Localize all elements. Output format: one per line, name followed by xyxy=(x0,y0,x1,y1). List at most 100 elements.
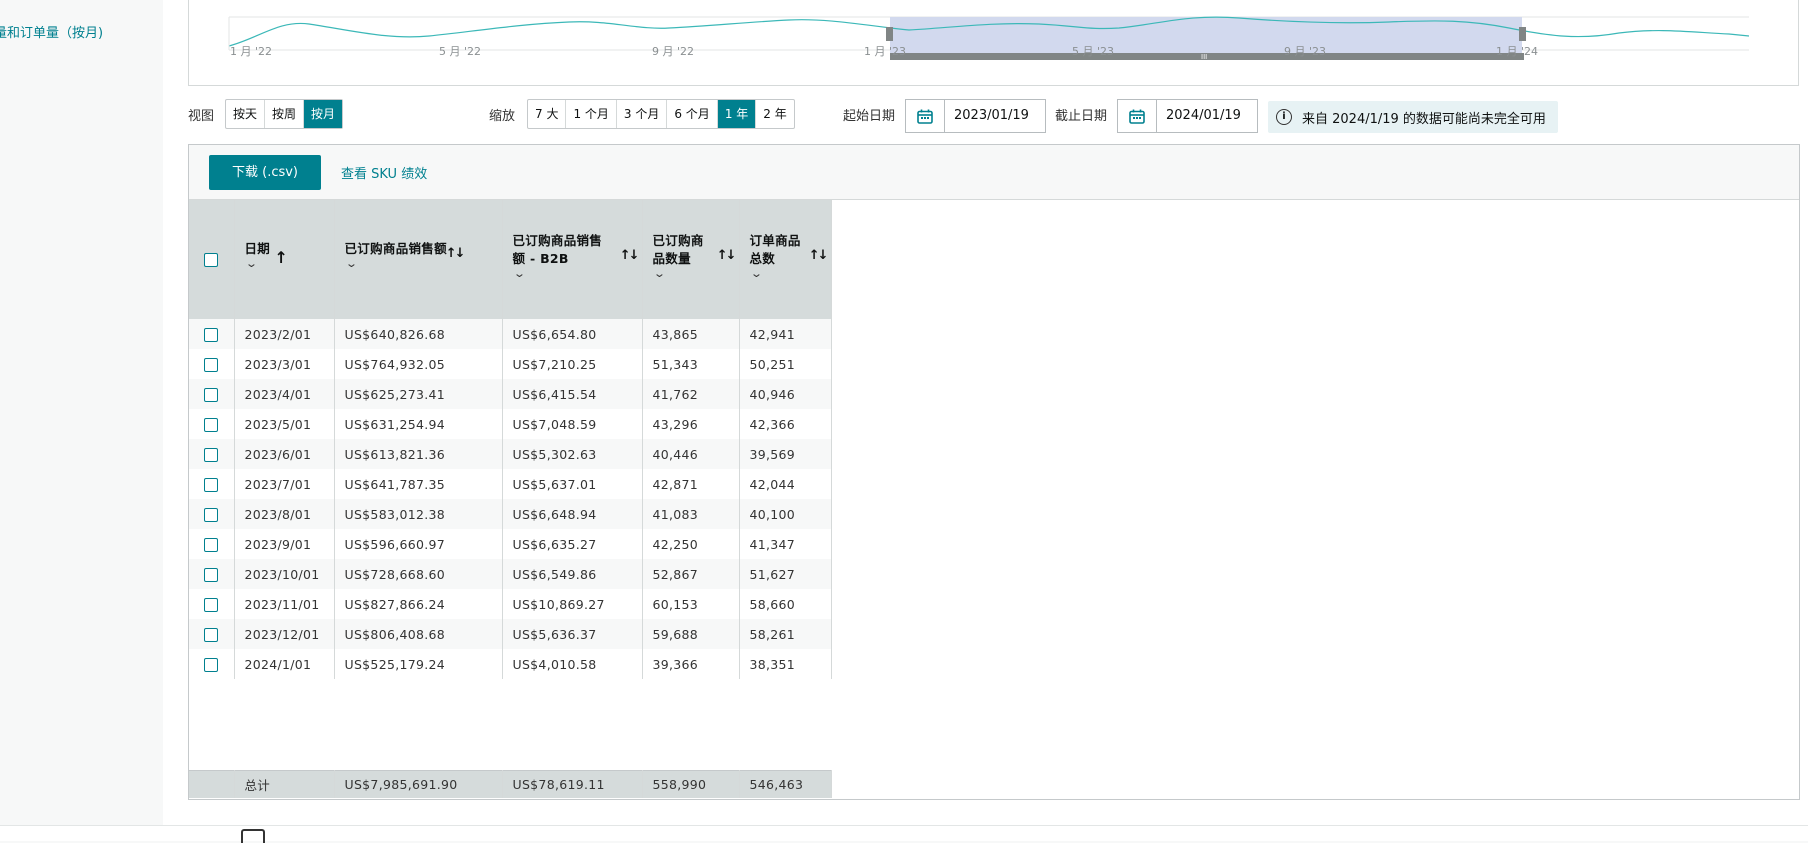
notice-text: 来自 2024/1/19 的数据可能尚未完全可用 xyxy=(1302,111,1546,127)
table-empty-space xyxy=(189,679,831,770)
view-week-button[interactable]: 按周 xyxy=(265,100,305,128)
row-select-cell xyxy=(189,589,235,619)
row-select-cell xyxy=(189,499,235,529)
row-checkbox[interactable] xyxy=(204,597,219,612)
calendar-icon[interactable] xyxy=(1118,100,1157,132)
cell-total-order-items: 58,660 xyxy=(739,589,832,619)
table-row: 2023/9/01 US$596,660.97 US$6,635.27 42,250 4… xyxy=(189,529,832,559)
cell-ordered-sales: US$806,408.68 xyxy=(334,619,503,649)
cell-date: 2023/3/01 xyxy=(234,349,335,379)
cell-date: 2023/2/01 xyxy=(234,319,335,349)
report-link[interactable]: 量和订单量（按月) xyxy=(0,22,103,41)
cell-units-ordered: 39,366 xyxy=(642,649,740,679)
view-month-button[interactable]: 按月 xyxy=(304,100,343,128)
cell-units-ordered: 43,296 xyxy=(642,409,740,439)
row-checkbox[interactable] xyxy=(204,327,219,342)
row-select-cell xyxy=(189,559,235,589)
row-checkbox[interactable] xyxy=(204,387,219,402)
end-date-field[interactable]: 2024/01/19 xyxy=(1117,99,1258,133)
zoom-3m-button[interactable]: 3 个月 xyxy=(617,100,668,128)
row-checkbox[interactable] xyxy=(204,477,219,492)
column-header-units-ordered[interactable]: 已订购商品数量 ⌄ ↑↓ xyxy=(642,200,740,319)
zoom-1m-button[interactable]: 1 个月 xyxy=(566,100,617,128)
cell-total-order-items: 42,366 xyxy=(739,409,832,439)
view-day-button[interactable]: 按天 xyxy=(226,100,266,128)
overview-chart[interactable]: III 1 月 '22 5 月 '22 9 月 '22 1 月 '23 5 月 … xyxy=(188,0,1799,86)
table-row: 2023/2/01 US$640,826.68 US$6,654.80 43,865 4… xyxy=(189,319,832,349)
download-csv-button[interactable]: 下载 (.csv) xyxy=(209,155,321,190)
cell-date: 2023/6/01 xyxy=(234,439,335,469)
table-row: 2023/11/01 US$827,866.24 US$10,869.27 60,15… xyxy=(189,589,832,619)
cell-ordered-sales: US$625,273.41 xyxy=(334,379,503,409)
cell-date: 2024/1/01 xyxy=(234,649,335,679)
view-sku-performance-link[interactable]: 查看 SKU 绩效 xyxy=(341,163,427,182)
row-select-cell xyxy=(189,619,235,649)
table-row: 2023/12/01 US$806,408.68 US$5,636.37 59,688… xyxy=(189,619,832,649)
sales-table: 日期 ⌄ ↑ 已订购商品销售额 ⌄ ↑↓ 已订购商品销售额 - B2B ⌄ ↑↓… xyxy=(189,200,832,798)
sort-icon[interactable]: ↑↓ xyxy=(446,246,466,261)
cell-ordered-sales-b2b: US$6,648.94 xyxy=(502,499,643,529)
start-date-value[interactable]: 2023/01/19 xyxy=(945,100,1029,132)
cell-total-order-items: 39,569 xyxy=(739,439,832,469)
cell-date: 2023/8/01 xyxy=(234,499,335,529)
cell-units-ordered: 43,865 xyxy=(642,319,740,349)
cell-ordered-sales-b2b: US$6,635.27 xyxy=(502,529,643,559)
start-date-field[interactable]: 2023/01/19 xyxy=(905,99,1046,133)
header-label: 订单商品总数 xyxy=(749,233,801,266)
data-availability-notice: i 来自 2024/1/19 的数据可能尚未完全可用 xyxy=(1268,101,1558,133)
cell-ordered-sales: US$827,866.24 xyxy=(334,589,503,619)
cell-ordered-sales-b2b: US$4,010.58 xyxy=(502,649,643,679)
overview-tick: 1 月 '24 xyxy=(1496,45,1539,58)
svg-text:III: III xyxy=(1201,53,1207,61)
cell-total-order-items: 40,100 xyxy=(739,499,832,529)
select-all-cell xyxy=(189,200,235,319)
column-header-total-order-items[interactable]: 订单商品总数 ⌄ ↑↓ xyxy=(739,200,832,319)
overview-tick: 9 月 '22 xyxy=(652,45,695,58)
cell-total-order-items: 50,251 xyxy=(739,349,832,379)
sort-ascending-icon[interactable]: ↑ xyxy=(275,248,289,267)
row-checkbox[interactable] xyxy=(204,567,219,582)
row-checkbox[interactable] xyxy=(204,537,219,552)
zoom-7d-button[interactable]: 7 大 xyxy=(528,100,567,128)
zoom-1y-button[interactable]: 1 年 xyxy=(717,100,757,128)
cell-ordered-sales: US$525,179.24 xyxy=(334,649,503,679)
row-checkbox[interactable] xyxy=(204,657,219,672)
row-checkbox[interactable] xyxy=(204,417,219,432)
end-date-value[interactable]: 2024/01/19 xyxy=(1157,100,1241,132)
cell-total-order-items: 42,941 xyxy=(739,319,832,349)
zoom-label: 缩放 xyxy=(489,109,516,124)
row-checkbox[interactable] xyxy=(204,627,219,642)
row-checkbox[interactable] xyxy=(204,357,219,372)
calendar-icon[interactable] xyxy=(906,100,945,132)
range-handle-right xyxy=(1519,27,1526,41)
range-handle-left xyxy=(886,27,893,41)
row-checkbox[interactable] xyxy=(204,447,219,462)
cell-ordered-sales-b2b: US$6,654.80 xyxy=(502,319,643,349)
zoom-2y-button[interactable]: 2 年 xyxy=(756,100,793,128)
sort-icon[interactable]: ↑↓ xyxy=(809,248,829,263)
table-row: 2023/3/01 US$764,932.05 US$7,210.25 51,343 5… xyxy=(189,349,832,379)
cell-date: 2023/12/01 xyxy=(234,619,335,649)
panel-icon[interactable] xyxy=(241,829,265,843)
row-checkbox[interactable] xyxy=(204,507,219,522)
column-header-date[interactable]: 日期 ⌄ ↑ xyxy=(234,200,335,319)
cell-total-order-items: 40,946 xyxy=(739,379,832,409)
column-header-ordered-sales-b2b[interactable]: 已订购商品销售额 - B2B ⌄ ↑↓ xyxy=(502,200,643,319)
chevron-down-icon[interactable]: ⌄ xyxy=(750,268,849,280)
overview-tick: 9 月 '23 xyxy=(1284,45,1327,58)
table-toolbar: 下载 (.csv) 查看 SKU 绩效 xyxy=(189,145,1799,200)
table-row: 2023/4/01 US$625,273.41 US$6,415.54 41,762 4… xyxy=(189,379,832,409)
totals-spacer xyxy=(189,769,235,798)
select-all-checkbox[interactable] xyxy=(204,253,219,268)
zoom-6m-button[interactable]: 6 个月 xyxy=(667,100,718,128)
sort-icon[interactable]: ↑↓ xyxy=(620,248,640,263)
cell-ordered-sales: US$764,932.05 xyxy=(334,349,503,379)
table-row: 2023/7/01 US$641,787.35 US$5,637.01 42,871 4… xyxy=(189,469,832,499)
sort-icon[interactable]: ↑↓ xyxy=(717,248,737,263)
header-label: 已订购商品数量 xyxy=(652,233,704,266)
totals-cell: 546,463 xyxy=(739,769,832,798)
row-select-cell xyxy=(189,439,235,469)
column-header-ordered-sales[interactable]: 已订购商品销售额 ⌄ ↑↓ xyxy=(334,200,503,319)
cell-units-ordered: 41,762 xyxy=(642,379,740,409)
overview-tick: 1 月 '23 xyxy=(864,45,907,58)
